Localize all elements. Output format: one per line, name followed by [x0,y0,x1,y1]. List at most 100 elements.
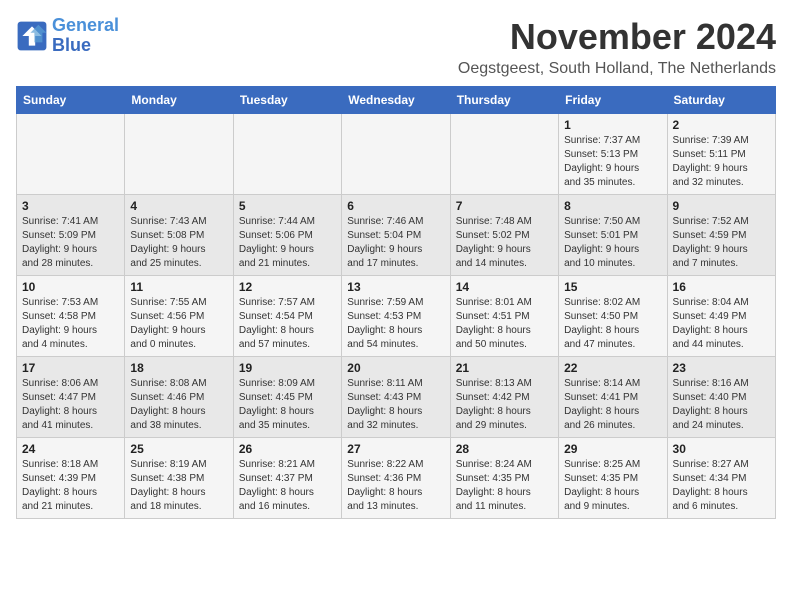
day-detail: Sunrise: 8:27 AM Sunset: 4:34 PM Dayligh… [673,458,770,514]
day-detail: Sunrise: 7:55 AM Sunset: 4:56 PM Dayligh… [130,296,227,352]
day-cell: 26 Sunrise: 8:21 AM Sunset: 4:37 PM Dayli… [233,438,341,519]
day-number: 11 [130,280,227,294]
day-cell: 5 Sunrise: 7:44 AM Sunset: 5:06 PM Daylig… [233,195,341,276]
day-cell: 29 Sunrise: 8:25 AM Sunset: 4:35 PM Dayli… [559,438,667,519]
day-number: 14 [456,280,553,294]
day-number: 21 [456,361,553,375]
day-cell: 20 Sunrise: 8:11 AM Sunset: 4:43 PM Dayli… [342,357,450,438]
day-cell [450,114,558,195]
day-number: 12 [239,280,336,294]
week-row-2: 3Sunrise: 7:41 AM Sunset: 5:09 PM Daylig… [17,195,776,276]
day-cell: 28Sunrise: 8:24 AM Sunset: 4:35 PM Dayli… [450,438,558,519]
day-detail: Sunrise: 8:19 AM Sunset: 4:38 PM Dayligh… [130,458,227,514]
weekday-header-thursday: Thursday [450,87,558,114]
day-detail: Sunrise: 8:11 AM Sunset: 4:43 PM Dayligh… [347,377,444,433]
day-detail: Sunrise: 7:57 AM Sunset: 4:54 PM Dayligh… [239,296,336,352]
day-cell: 24Sunrise: 8:18 AM Sunset: 4:39 PM Dayli… [17,438,125,519]
day-number: 16 [673,280,770,294]
day-detail: Sunrise: 7:52 AM Sunset: 4:59 PM Dayligh… [673,215,770,271]
day-cell: 23 Sunrise: 8:16 AM Sunset: 4:40 PM Dayli… [667,357,775,438]
day-cell: 18 Sunrise: 8:08 AM Sunset: 4:46 PM Dayli… [125,357,233,438]
day-number: 19 [239,361,336,375]
day-cell: 4 Sunrise: 7:43 AM Sunset: 5:08 PM Daylig… [125,195,233,276]
day-detail: Sunrise: 8:08 AM Sunset: 4:46 PM Dayligh… [130,377,227,433]
day-cell [342,114,450,195]
day-detail: Sunrise: 7:44 AM Sunset: 5:06 PM Dayligh… [239,215,336,271]
day-number: 10 [22,280,119,294]
day-cell: 15Sunrise: 8:02 AM Sunset: 4:50 PM Dayli… [559,276,667,357]
subtitle: Oegstgeest, South Holland, The Netherlan… [458,60,776,78]
day-detail: Sunrise: 8:04 AM Sunset: 4:49 PM Dayligh… [673,296,770,352]
day-cell: 17 Sunrise: 8:06 AM Sunset: 4:47 PM Dayli… [17,357,125,438]
day-number: 15 [564,280,661,294]
day-cell: 10 Sunrise: 7:53 AM Sunset: 4:58 PM Dayli… [17,276,125,357]
logo-icon [16,20,48,52]
day-number: 27 [347,442,444,456]
day-number: 7 [456,199,553,213]
day-detail: Sunrise: 8:13 AM Sunset: 4:42 PM Dayligh… [456,377,553,433]
day-cell: 16 Sunrise: 8:04 AM Sunset: 4:49 PM Dayli… [667,276,775,357]
day-detail: Sunrise: 7:48 AM Sunset: 5:02 PM Dayligh… [456,215,553,271]
day-detail: Sunrise: 8:06 AM Sunset: 4:47 PM Dayligh… [22,377,119,433]
day-detail: Sunrise: 7:46 AM Sunset: 5:04 PM Dayligh… [347,215,444,271]
day-number: 17 [22,361,119,375]
week-row-4: 17 Sunrise: 8:06 AM Sunset: 4:47 PM Dayli… [17,357,776,438]
day-number: 22 [564,361,661,375]
week-row-1: 1 Sunrise: 7:37 AM Sunset: 5:13 PM Daylig… [17,114,776,195]
calendar-body: 1 Sunrise: 7:37 AM Sunset: 5:13 PM Daylig… [17,114,776,519]
day-detail: Sunrise: 8:22 AM Sunset: 4:36 PM Dayligh… [347,458,444,514]
day-detail: Sunrise: 8:21 AM Sunset: 4:37 PM Dayligh… [239,458,336,514]
week-row-3: 10 Sunrise: 7:53 AM Sunset: 4:58 PM Dayli… [17,276,776,357]
weekday-header-saturday: Saturday [667,87,775,114]
day-cell: 19 Sunrise: 8:09 AM Sunset: 4:45 PM Dayli… [233,357,341,438]
day-number: 2 [673,118,770,132]
day-cell: 2 Sunrise: 7:39 AM Sunset: 5:11 PM Daylig… [667,114,775,195]
day-detail: Sunrise: 7:39 AM Sunset: 5:11 PM Dayligh… [673,134,770,190]
day-detail: Sunrise: 7:59 AM Sunset: 4:53 PM Dayligh… [347,296,444,352]
day-cell: 12 Sunrise: 7:57 AM Sunset: 4:54 PM Dayli… [233,276,341,357]
day-number: 9 [673,199,770,213]
title-section: November 2024 Oegstgeest, South Holland,… [458,16,776,78]
day-detail: Sunrise: 7:43 AM Sunset: 5:08 PM Dayligh… [130,215,227,271]
day-number: 25 [130,442,227,456]
week-row-5: 24Sunrise: 8:18 AM Sunset: 4:39 PM Dayli… [17,438,776,519]
day-cell: 8Sunrise: 7:50 AM Sunset: 5:01 PM Daylig… [559,195,667,276]
day-cell [125,114,233,195]
day-detail: Sunrise: 7:41 AM Sunset: 5:09 PM Dayligh… [22,215,119,271]
day-number: 23 [673,361,770,375]
day-detail: Sunrise: 8:24 AM Sunset: 4:35 PM Dayligh… [456,458,553,514]
day-cell: 3Sunrise: 7:41 AM Sunset: 5:09 PM Daylig… [17,195,125,276]
day-number: 18 [130,361,227,375]
weekday-header-tuesday: Tuesday [233,87,341,114]
logo-text: General Blue [52,16,119,56]
day-number: 24 [22,442,119,456]
weekday-header-sunday: Sunday [17,87,125,114]
day-cell: 1 Sunrise: 7:37 AM Sunset: 5:13 PM Daylig… [559,114,667,195]
day-number: 1 [564,118,661,132]
day-cell: 9 Sunrise: 7:52 AM Sunset: 4:59 PM Daylig… [667,195,775,276]
day-number: 20 [347,361,444,375]
day-number: 5 [239,199,336,213]
day-number: 6 [347,199,444,213]
weekday-header-monday: Monday [125,87,233,114]
day-cell: 7 Sunrise: 7:48 AM Sunset: 5:02 PM Daylig… [450,195,558,276]
main-title: November 2024 [458,16,776,58]
calendar-table: SundayMondayTuesdayWednesdayThursdayFrid… [16,86,776,519]
day-number: 29 [564,442,661,456]
day-detail: Sunrise: 7:50 AM Sunset: 5:01 PM Dayligh… [564,215,661,271]
day-detail: Sunrise: 8:25 AM Sunset: 4:35 PM Dayligh… [564,458,661,514]
day-cell: 25 Sunrise: 8:19 AM Sunset: 4:38 PM Dayli… [125,438,233,519]
day-number: 30 [673,442,770,456]
day-detail: Sunrise: 8:09 AM Sunset: 4:45 PM Dayligh… [239,377,336,433]
day-number: 4 [130,199,227,213]
day-cell: 21 Sunrise: 8:13 AM Sunset: 4:42 PM Dayli… [450,357,558,438]
day-detail: Sunrise: 8:16 AM Sunset: 4:40 PM Dayligh… [673,377,770,433]
day-number: 26 [239,442,336,456]
day-detail: Sunrise: 7:53 AM Sunset: 4:58 PM Dayligh… [22,296,119,352]
day-cell: 6 Sunrise: 7:46 AM Sunset: 5:04 PM Daylig… [342,195,450,276]
logo: General Blue [16,16,119,56]
weekday-header-wednesday: Wednesday [342,87,450,114]
day-cell: 14Sunrise: 8:01 AM Sunset: 4:51 PM Dayli… [450,276,558,357]
day-detail: Sunrise: 7:37 AM Sunset: 5:13 PM Dayligh… [564,134,661,190]
day-cell: 13Sunrise: 7:59 AM Sunset: 4:53 PM Dayli… [342,276,450,357]
